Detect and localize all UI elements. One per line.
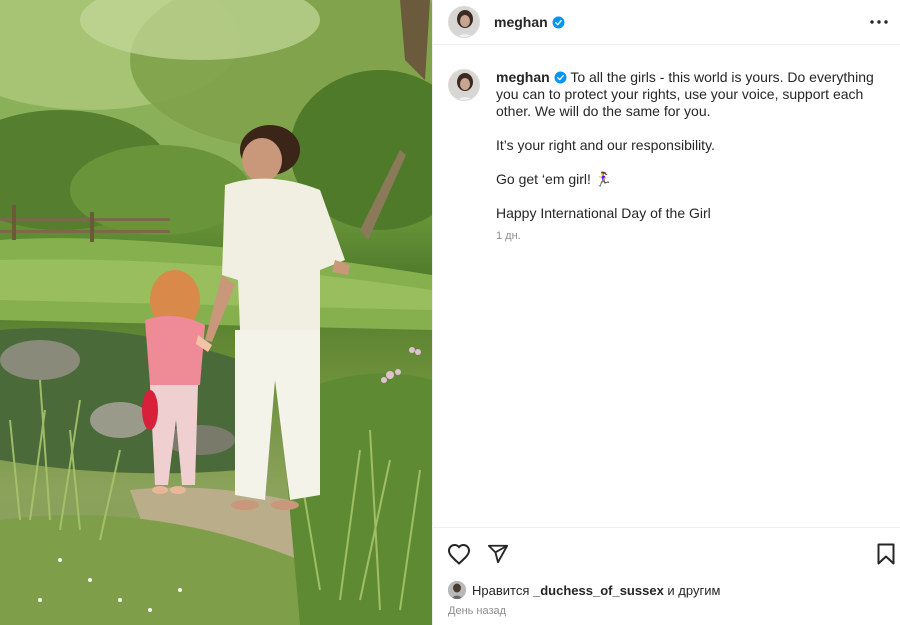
caption-block: meghan To all the girls - this world is … [448,69,888,245]
more-dots-icon [870,20,888,24]
post-details-panel: meghan meghan To all the girls - this wo… [432,0,900,625]
likes-summary: Нравится _duchess_of_sussex и другим [448,581,720,599]
username[interactable]: meghan [494,14,548,30]
post-photo[interactable] [0,0,432,625]
verified-badge-icon [552,16,565,29]
bookmark-icon [877,543,895,565]
post-header: meghan [433,0,900,45]
verified-badge-icon [554,71,567,84]
likes-user-link[interactable]: _duchess_of_sussex [533,583,664,598]
liker-avatar[interactable] [448,581,466,599]
caption-paragraph: meghan To all the girls - this world is … [496,69,886,120]
share-button[interactable] [485,541,511,567]
caption-text: meghan To all the girls - this world is … [496,69,886,245]
paper-plane-icon [487,544,509,564]
caption-avatar[interactable] [448,69,480,101]
caption-line-2: It’s your right and our responsibility. [496,137,715,153]
garden-scene [0,0,432,625]
caption-line-4: Happy International Day of the Girl [496,205,711,221]
caption-line-1: To all the girls - this world is yours. … [496,69,874,119]
likes-suffix[interactable]: и другим [667,583,720,598]
caption-line-3: Go get ‘em girl! 🏃‍♀️ [496,171,613,187]
avatar[interactable] [448,6,480,38]
more-options-button[interactable] [867,10,891,34]
post-date[interactable]: День назад [448,605,506,617]
likes-prefix: Нравится [472,582,530,598]
like-button[interactable] [446,541,472,567]
caption-username[interactable]: meghan [496,69,550,85]
heart-icon [447,543,471,565]
post-timestamp[interactable]: 1 дн. [496,228,886,245]
actions-bar: Нравится _duchess_of_sussex и другим Ден… [433,527,900,625]
save-button[interactable] [873,541,899,567]
